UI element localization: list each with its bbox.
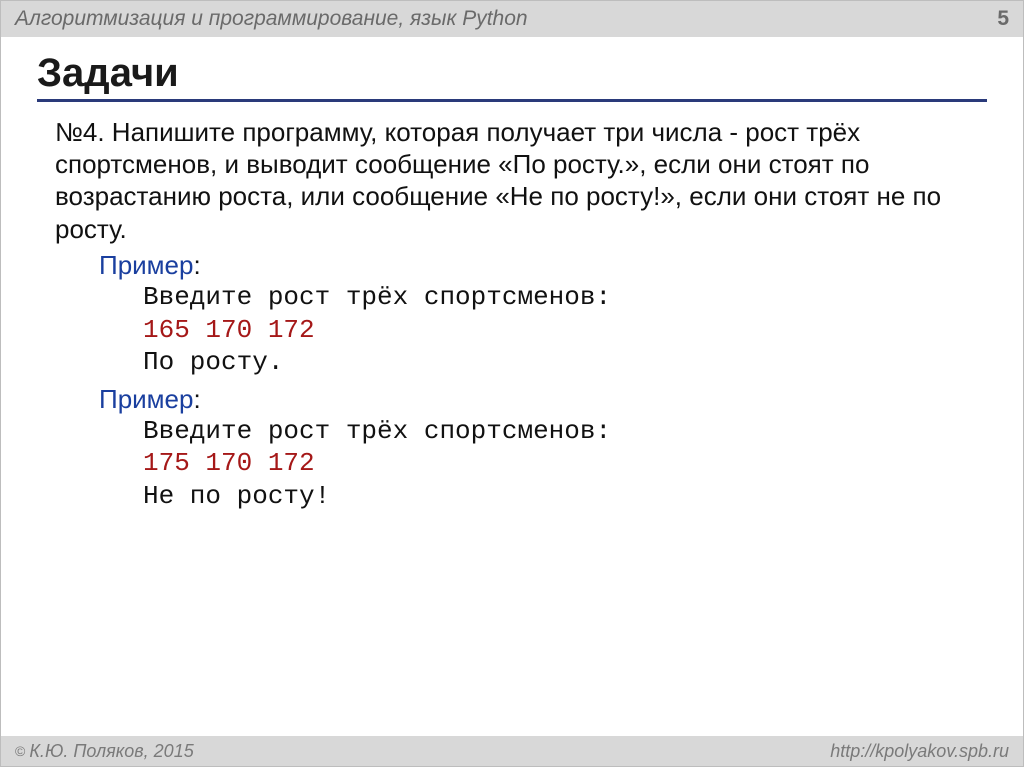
author: К.Ю. Поляков, 2015 <box>29 741 193 762</box>
colon: : <box>193 384 200 414</box>
example-1-input: 165 170 172 <box>143 315 315 345</box>
copyright: © К.Ю. Поляков, 2015 <box>15 741 194 762</box>
title-rule <box>37 99 987 102</box>
example-1-prompt: Введите рост трёх спортсменов: <box>143 282 611 312</box>
example-1-io: Введите рост трёх спортсменов: 165 170 1… <box>143 281 969 379</box>
content: Задачи №4. Напишите программу, которая п… <box>1 37 1023 512</box>
example-1-output: По росту. <box>143 347 283 377</box>
page-title: Задачи <box>37 51 987 95</box>
example-1: Пример: Введите рост трёх спортсменов: 1… <box>99 249 969 379</box>
example-2-io: Введите рост трёх спортсменов: 175 170 1… <box>143 415 969 513</box>
body: №4. Напишите программу, которая получает… <box>37 116 987 512</box>
footer-url: http://kpolyakov.spb.ru <box>830 741 1009 762</box>
example-2-input: 175 170 172 <box>143 448 315 478</box>
example-2-output: Не по росту! <box>143 481 330 511</box>
example-label: Пример <box>99 384 193 414</box>
page-number: 5 <box>997 7 1009 31</box>
colon: : <box>193 250 200 280</box>
slide-footer: © К.Ю. Поляков, 2015 http://kpolyakov.sp… <box>1 736 1023 766</box>
copyright-symbol: © <box>15 743 25 759</box>
example-2-prompt: Введите рост трёх спортсменов: <box>143 416 611 446</box>
example-label: Пример <box>99 250 193 280</box>
slide: Алгоритмизация и программирование, язык … <box>0 0 1024 767</box>
task-text: №4. Напишите программу, которая получает… <box>55 116 969 245</box>
example-2: Пример: Введите рост трёх спортсменов: 1… <box>99 383 969 513</box>
header-title: Алгоритмизация и программирование, язык … <box>15 7 528 31</box>
slide-header: Алгоритмизация и программирование, язык … <box>1 1 1023 37</box>
